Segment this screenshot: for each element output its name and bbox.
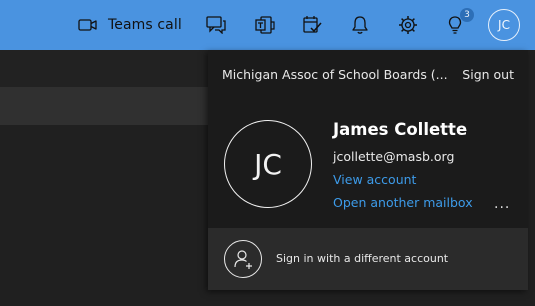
user-email: jcollette@masb.org xyxy=(333,149,455,164)
left-header-strip xyxy=(0,50,208,87)
user-name: James Collette xyxy=(333,120,468,139)
left-toolbar-strip xyxy=(0,87,208,125)
sign-in-different-account-label: Sign in with a different account xyxy=(276,252,449,265)
gear-icon xyxy=(398,15,418,35)
profile-avatar: JC xyxy=(224,120,312,208)
organization-name: Michigan Assoc of School Boards (... xyxy=(222,67,448,82)
teams-call-button[interactable]: Teams call xyxy=(78,0,182,50)
notifications-button[interactable] xyxy=(348,0,372,50)
video-camera-icon xyxy=(78,18,98,32)
todo-button[interactable] xyxy=(300,0,324,50)
more-options-button[interactable]: ... xyxy=(494,196,510,212)
account-avatar-button[interactable]: JC xyxy=(488,9,520,41)
todo-icon xyxy=(302,15,322,35)
add-person-icon xyxy=(224,240,262,278)
tips-button[interactable]: 3 xyxy=(443,0,474,50)
teams-button[interactable] xyxy=(253,0,277,50)
view-account-link[interactable]: View account xyxy=(333,172,416,187)
teams-call-label: Teams call xyxy=(108,17,182,33)
sign-in-different-account-button[interactable]: Sign in with a different account xyxy=(208,228,528,290)
account-panel: Michigan Assoc of School Boards (... Sig… xyxy=(208,50,528,290)
settings-button[interactable] xyxy=(396,0,420,50)
left-content-area xyxy=(0,125,208,306)
bell-icon xyxy=(351,15,369,35)
panel-bottom-area xyxy=(208,290,528,306)
teams-icon xyxy=(255,16,275,34)
tips-count-badge: 3 xyxy=(460,8,474,22)
open-another-mailbox-link[interactable]: Open another mailbox xyxy=(333,195,473,210)
right-edge-area xyxy=(528,50,535,306)
chat-icon xyxy=(206,16,226,34)
top-bar: Teams call 3 JC xyxy=(0,0,535,50)
chat-button[interactable] xyxy=(204,0,228,50)
sign-out-link[interactable]: Sign out xyxy=(462,67,514,82)
